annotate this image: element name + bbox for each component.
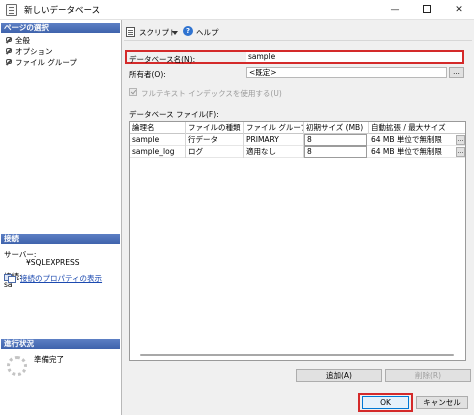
help-icon[interactable]: ? [183,26,193,36]
maximize-button[interactable] [412,0,442,20]
page-item-options[interactable]: オプション [5,46,53,57]
autogrowth-cell: 64 MB 単位で無制限 [371,147,442,156]
page-item-label: ファイル グループ [15,58,77,67]
column-header[interactable]: ファイルの種類 [186,122,244,134]
owner-input[interactable]: <既定> [246,67,447,78]
left-pane: ページの選択 全般 オプション ファイル グループ 接続 サーバー: ¥SQLE… [0,20,122,415]
progress-header: 進行状況 [1,339,120,349]
initial-size-input[interactable]: 8 [304,146,367,158]
progress-spinner-icon [7,356,27,376]
view-connection-properties-link[interactable]: 接続のプロパティの表示 [20,273,102,284]
server-name-mask [4,258,26,265]
minimize-button[interactable]: — [380,0,410,20]
script-button[interactable]: スクリプト [139,27,177,38]
properties-icon [4,273,16,283]
column-header[interactable]: ファイル グループ [244,122,304,134]
pages-header: ページの選択 [1,23,120,33]
close-icon: ✕ [455,5,463,15]
fulltext-label: フルテキスト インデックスを使用する(U) [141,89,282,98]
fulltext-checkbox [129,88,137,96]
progress-status: 準備完了 [34,355,64,364]
wrench-icon [5,59,12,66]
logical-name-cell[interactable]: sample_log [130,146,186,158]
database-window-icon [6,4,17,16]
window-title: 新しいデータベース [24,6,101,16]
horizontal-scrollbar[interactable] [140,354,454,356]
autogrowth-browse-button[interactable]: ... [456,135,465,145]
file-type-cell[interactable]: ログ [186,146,244,158]
autogrowth-browse-button[interactable]: ... [456,147,465,157]
server-value-row: ¥SQLEXPRESS [4,258,80,267]
connection-header: 接続 [1,234,120,244]
script-icon[interactable] [126,27,135,37]
logical-name-cell[interactable]: sample [130,134,186,146]
wrench-icon [5,48,12,55]
remove-file-button: 削除(R) [385,369,471,382]
page-item-label: オプション [15,47,53,56]
database-files-grid[interactable]: 論理名 ファイルの種類 ファイル グループ 初期サイズ (MB) 自動拡張 / … [129,121,466,361]
toolbar-divider [124,40,472,41]
page-item-general[interactable]: 全般 [5,35,30,46]
table-row[interactable]: sample_log ログ 適用なし 8 64 MB 単位で無制限 ... [130,146,465,158]
column-header[interactable]: 自動拡張 / 最大サイズ [369,122,465,134]
wrench-icon [5,37,12,44]
add-file-button[interactable]: 追加(A) [296,369,382,382]
owner-label: 所有者(O): [129,70,166,79]
chevron-down-icon[interactable] [172,31,178,35]
close-button[interactable]: ✕ [444,0,474,20]
help-button[interactable]: ヘルプ [196,27,219,38]
minimize-icon: — [390,5,400,15]
autogrowth-cell: 64 MB 単位で無制限 [371,135,442,144]
table-row[interactable]: sample 行データ PRIMARY 8 64 MB 単位で無制限 ... [130,134,465,146]
grid-header: 論理名 ファイルの種類 ファイル グループ 初期サイズ (MB) 自動拡張 / … [130,122,465,134]
ok-button[interactable]: OK [362,396,409,409]
page-item-filegroups[interactable]: ファイル グループ [5,57,77,68]
column-header[interactable]: 論理名 [130,122,186,134]
server-value: ¥SQLEXPRESS [26,258,80,267]
title-bar: 新しいデータベース — ✕ [0,0,474,20]
database-files-label: データベース ファイル(F): [129,110,219,119]
db-name-label: データベース名(N): [129,55,196,64]
filegroup-cell[interactable]: PRIMARY [244,134,304,146]
maximize-icon [423,5,431,13]
filegroup-cell[interactable]: 適用なし [244,146,304,158]
cancel-button[interactable]: キャンセル [416,396,468,409]
column-header[interactable]: 初期サイズ (MB) [304,122,369,134]
file-type-cell[interactable]: 行データ [186,134,244,146]
page-item-label: 全般 [15,36,30,45]
db-name-input[interactable] [246,52,462,62]
initial-size-input[interactable]: 8 [304,134,367,146]
owner-browse-button[interactable]: ... [449,67,464,78]
